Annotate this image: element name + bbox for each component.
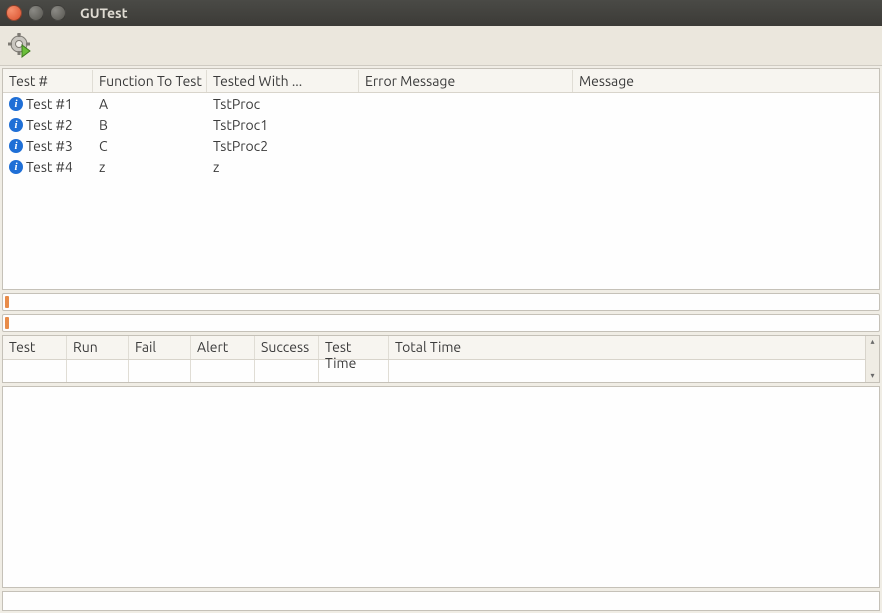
cell-testnum-text: Test #3 bbox=[26, 138, 73, 154]
gear-run-icon bbox=[8, 33, 34, 59]
cell-function: A bbox=[93, 96, 207, 112]
status-bar bbox=[2, 591, 880, 611]
stats-cell-test bbox=[3, 360, 67, 382]
scroll-down-icon[interactable]: ▾ bbox=[870, 371, 874, 381]
tests-table-panel: Test # Function To Test Tested With ... … bbox=[2, 68, 880, 290]
scroll-up-icon[interactable]: ▴ bbox=[870, 337, 874, 347]
stats-table-header: Test Run Fail Alert Success Test Time To… bbox=[3, 336, 865, 360]
stats-col-test[interactable]: Test bbox=[3, 336, 67, 359]
table-row[interactable]: iTest #1ATstProc bbox=[3, 93, 879, 114]
run-tests-button[interactable] bbox=[6, 31, 36, 61]
progress-tick bbox=[5, 296, 9, 308]
cell-tested-with: TstProc bbox=[207, 96, 359, 112]
cell-tested-with: TstProc1 bbox=[207, 117, 359, 133]
col-header-tested-with[interactable]: Tested With ... bbox=[207, 70, 359, 92]
stats-col-fail[interactable]: Fail bbox=[129, 336, 191, 359]
stats-cell-testtime bbox=[319, 360, 389, 382]
titlebar: GUTest bbox=[0, 0, 882, 26]
cell-function: B bbox=[93, 117, 207, 133]
col-header-testnum[interactable]: Test # bbox=[3, 70, 93, 92]
progress-tick bbox=[5, 317, 9, 329]
col-header-error[interactable]: Error Message bbox=[359, 70, 573, 92]
cell-function: z bbox=[93, 159, 207, 175]
cell-testnum-text: Test #2 bbox=[26, 117, 73, 133]
info-icon: i bbox=[9, 118, 23, 132]
cell-testnum-text: Test #1 bbox=[26, 96, 73, 112]
window-title: GUTest bbox=[80, 5, 128, 21]
cell-testnum: iTest #1 bbox=[3, 96, 93, 112]
progress-bar-2 bbox=[2, 314, 880, 332]
stats-col-testtime[interactable]: Test Time bbox=[319, 336, 389, 359]
stats-cell-success bbox=[255, 360, 319, 382]
table-row[interactable]: iTest #4zz bbox=[3, 156, 879, 177]
info-icon: i bbox=[9, 139, 23, 153]
output-panel[interactable] bbox=[2, 386, 880, 588]
maximize-icon[interactable] bbox=[50, 5, 66, 21]
cell-tested-with: z bbox=[207, 159, 359, 175]
stats-table-row[interactable] bbox=[3, 360, 865, 382]
table-row[interactable]: iTest #2BTstProc1 bbox=[3, 114, 879, 135]
info-icon: i bbox=[9, 97, 23, 111]
cell-testnum: iTest #3 bbox=[3, 138, 93, 154]
stats-cell-run bbox=[67, 360, 129, 382]
cell-function: C bbox=[93, 138, 207, 154]
col-header-message[interactable]: Message bbox=[573, 70, 879, 92]
col-header-function[interactable]: Function To Test bbox=[93, 70, 207, 92]
cell-testnum: iTest #4 bbox=[3, 159, 93, 175]
stats-col-success[interactable]: Success bbox=[255, 336, 319, 359]
stats-col-totaltime[interactable]: Total Time bbox=[389, 336, 865, 359]
tests-table-body[interactable]: iTest #1ATstProciTest #2BTstProc1iTest #… bbox=[3, 93, 879, 289]
stats-cell-fail bbox=[129, 360, 191, 382]
cell-testnum: iTest #2 bbox=[3, 117, 93, 133]
progress-bar-1 bbox=[2, 293, 880, 311]
stats-cell-totaltime bbox=[389, 360, 865, 382]
close-icon[interactable] bbox=[6, 5, 22, 21]
minimize-icon[interactable] bbox=[28, 5, 44, 21]
stats-scrollbar[interactable]: ▴ ▾ bbox=[865, 336, 879, 382]
stats-cell-alert bbox=[191, 360, 255, 382]
cell-testnum-text: Test #4 bbox=[26, 159, 73, 175]
stats-col-run[interactable]: Run bbox=[67, 336, 129, 359]
table-row[interactable]: iTest #3CTstProc2 bbox=[3, 135, 879, 156]
cell-tested-with: TstProc2 bbox=[207, 138, 359, 154]
toolbar bbox=[0, 26, 882, 66]
content-area: Test # Function To Test Tested With ... … bbox=[0, 66, 882, 613]
tests-table-header: Test # Function To Test Tested With ... … bbox=[3, 69, 879, 93]
stats-table-panel: Test Run Fail Alert Success Test Time To… bbox=[2, 335, 880, 383]
info-icon: i bbox=[9, 160, 23, 174]
stats-col-alert[interactable]: Alert bbox=[191, 336, 255, 359]
